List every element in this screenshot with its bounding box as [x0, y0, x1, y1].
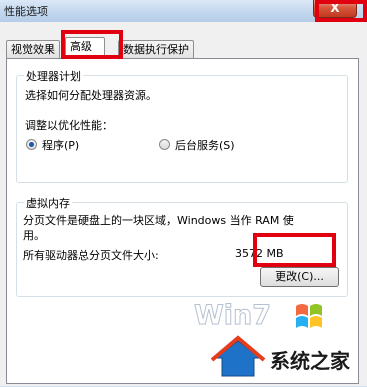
virtual-memory-description: 分页文件是硬盘上的一块区域，Windows 当作 RAM 使 — [23, 214, 294, 227]
tab-label: 数据执行保护 — [123, 43, 189, 56]
watermark-logo: Win7 系统之家 — [194, 300, 351, 377]
radio-background-services-label[interactable]: 后台服务(S) — [175, 137, 235, 153]
radio-background-services[interactable] — [159, 139, 170, 150]
group-title: 处理器计划 — [24, 68, 83, 84]
processor-description: 选择如何分配处理器资源。 — [25, 89, 157, 102]
paging-file-total-value: 3572 MB — [235, 247, 284, 260]
house-icon — [210, 335, 266, 377]
change-button-label: 更改(C)... — [275, 270, 324, 283]
close-icon: X — [330, 1, 340, 15]
processor-scheduling-group: 处理器计划 选择如何分配处理器资源。 调整以优化性能： 程序(P) 后台服务(S… — [16, 68, 348, 183]
change-button[interactable]: 更改(C)... — [260, 267, 339, 287]
tab-visual-effects[interactable]: 视觉效果 — [6, 40, 60, 58]
paging-file-total-label: 所有驱动器总分页文件大小: — [23, 249, 159, 262]
tab-advanced[interactable]: 高级 — [65, 37, 105, 58]
title-bar: 性能选项 X — [0, 0, 367, 23]
group-title: 虚拟内存 — [24, 195, 72, 211]
virtual-memory-description-line2: 用。 — [23, 229, 45, 242]
watermark: Win7 系统之家 — [186, 286, 366, 384]
windows-flag-icon — [296, 304, 322, 328]
tab-data-execution-prevention[interactable]: 数据执行保护 — [118, 40, 194, 58]
radio-programs[interactable] — [26, 139, 37, 150]
tab-label: 视觉效果 — [11, 43, 55, 56]
watermark-brand: Win7 — [194, 300, 271, 331]
radio-programs-label[interactable]: 程序(P) — [42, 137, 79, 153]
window-title: 性能选项 — [4, 5, 48, 18]
tab-label: 高级 — [70, 40, 92, 53]
close-button[interactable]: X — [313, 0, 357, 18]
adjust-label: 调整以优化性能： — [25, 119, 113, 132]
virtual-memory-group: 虚拟内存 分页文件是硬盘上的一块区域，Windows 当作 RAM 使 用。 所… — [16, 195, 348, 297]
watermark-site: 系统之家 — [270, 349, 351, 373]
